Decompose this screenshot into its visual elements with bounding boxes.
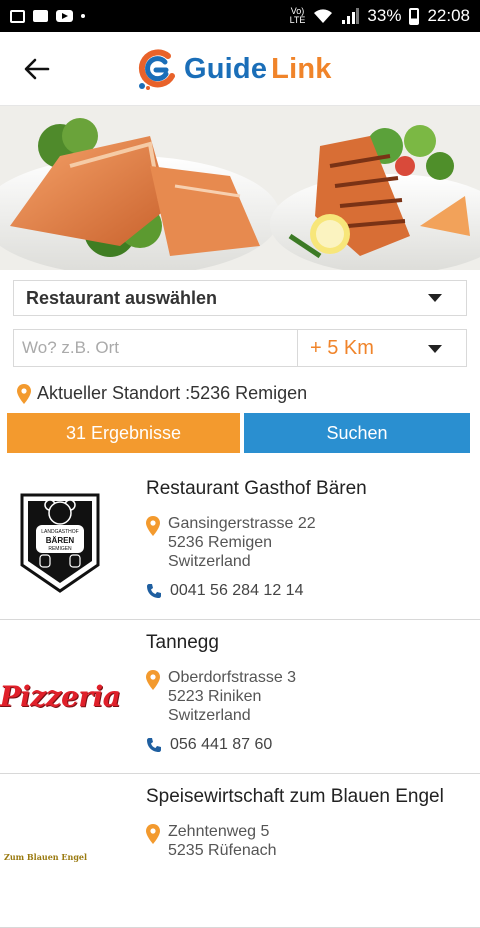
address-street: Oberdorfstrasse 3 <box>168 669 297 686</box>
gallery-notification-icon <box>10 9 25 23</box>
restaurant-address: Oberdorfstrasse 3 5223 Riniken Switzerla… <box>146 668 296 725</box>
hero-food-image <box>0 106 480 270</box>
results-button[interactable]: 31 Ergebnisse <box>7 413 240 453</box>
message-notification-icon <box>33 10 48 22</box>
list-item[interactable]: Pizzeria Tannegg Oberdorfstrasse 3 5223 … <box>0 620 480 774</box>
list-item[interactable]: Zum Blauen Engel Speisewirtschaft zum Bl… <box>0 774 480 928</box>
more-notifications-icon <box>81 14 85 18</box>
list-item[interactable]: LANDGASTHOF BÄREN REMIGEN Restaurant Gas… <box>0 466 480 620</box>
guide-link-logo: Guide Link <box>134 46 332 92</box>
address-city: 5223 Riniken <box>168 688 262 705</box>
battery-percent: 33% <box>367 6 402 25</box>
search-button[interactable]: Suchen <box>244 413 470 453</box>
clock: 22:08 <box>427 6 470 25</box>
pizzeria-logo-text: Pizzeria <box>0 679 121 713</box>
phone-number: 056 441 87 60 <box>170 736 273 753</box>
restaurant-name[interactable]: Tannegg <box>146 632 219 654</box>
logo-text-link: Link <box>271 52 332 85</box>
app-bar: Guide Link <box>0 32 480 106</box>
location-input[interactable]: Wo? z.B. Ort <box>13 329 298 367</box>
wifi-icon <box>314 9 333 23</box>
logo-line-3: REMIGEN <box>48 546 72 552</box>
restaurant-name[interactable]: Restaurant Gasthof Bären <box>146 478 367 500</box>
status-bar-system: Vo) LTE 33% 22:08 <box>290 6 470 26</box>
phone-icon <box>147 584 161 598</box>
address-city: 5236 Remigen <box>168 534 273 551</box>
address-lines: Zehntenweg 5 5235 Rüfenach <box>168 822 277 860</box>
address-city: 5235 Rüfenach <box>168 842 277 859</box>
back-arrow-icon[interactable] <box>22 54 52 84</box>
dropdown-caret-icon <box>428 294 442 302</box>
location-pin-icon <box>146 824 160 844</box>
restaurant-address: Gansingerstrasse 22 5236 Remigen Switzer… <box>146 514 316 571</box>
current-location[interactable]: Aktueller Standort :5236 Remigen <box>17 383 307 404</box>
location-pin-icon <box>146 516 160 536</box>
current-location-label: Aktueller Standort :5236 Remigen <box>37 383 308 403</box>
phone-icon <box>147 738 161 752</box>
address-country: Switzerland <box>168 553 251 570</box>
battery-icon <box>409 7 420 25</box>
restaurant-logo: Pizzeria <box>0 636 121 756</box>
logo-line-1: LANDGASTHOF <box>41 529 79 535</box>
results-list: LANDGASTHOF BÄREN REMIGEN Restaurant Gas… <box>0 466 480 928</box>
youtube-notification-icon <box>56 10 73 22</box>
guide-link-logo-icon <box>138 49 175 90</box>
location-input-placeholder: Wo? z.B. Ort <box>22 338 119 357</box>
restaurant-address: Zehntenweg 5 5235 Rüfenach <box>146 822 277 860</box>
address-country: Switzerland <box>168 707 251 724</box>
radius-select[interactable]: + 5 Km <box>298 329 467 367</box>
restaurant-logo: LANDGASTHOF BÄREN REMIGEN <box>4 482 116 602</box>
category-select[interactable]: Restaurant auswählen <box>13 280 467 316</box>
phone-number: 0041 56 284 12 14 <box>170 582 304 599</box>
address-lines: Oberdorfstrasse 3 5223 Riniken Switzerla… <box>168 668 296 725</box>
status-bar-notifications <box>10 9 85 23</box>
dropdown-caret-icon <box>428 345 442 353</box>
radius-select-value: + 5 Km <box>310 336 374 359</box>
signal-icon <box>342 8 360 24</box>
status-bar: Vo) LTE 33% 22:08 <box>0 0 480 32</box>
location-pin-icon <box>146 670 160 690</box>
engel-logo-text: Zum Blauen Engel <box>4 852 88 862</box>
restaurant-name[interactable]: Speisewirtschaft zum Blauen Engel <box>146 786 444 808</box>
restaurant-logo: Zum Blauen Engel <box>4 834 116 862</box>
address-street: Zehntenweg 5 <box>168 823 270 840</box>
category-select-value: Restaurant auswählen <box>26 287 218 308</box>
search-button-label: Suchen <box>326 422 388 443</box>
restaurant-phone[interactable]: 0041 56 284 12 14 <box>146 582 303 600</box>
volte-icon: Vo) LTE <box>289 6 306 25</box>
address-lines: Gansingerstrasse 22 5236 Remigen Switzer… <box>168 514 316 571</box>
location-pin-icon <box>17 383 31 404</box>
bear-crest-logo: LANDGASTHOF BÄREN REMIGEN <box>20 493 100 593</box>
results-button-label: 31 Ergebnisse <box>65 422 182 443</box>
logo-text-guide: Guide <box>184 52 268 85</box>
restaurant-phone[interactable]: 056 441 87 60 <box>146 736 272 754</box>
logo-line-2: BÄREN <box>46 536 75 545</box>
salmon-dishes-illustration <box>0 106 480 270</box>
address-street: Gansingerstrasse 22 <box>168 515 316 532</box>
